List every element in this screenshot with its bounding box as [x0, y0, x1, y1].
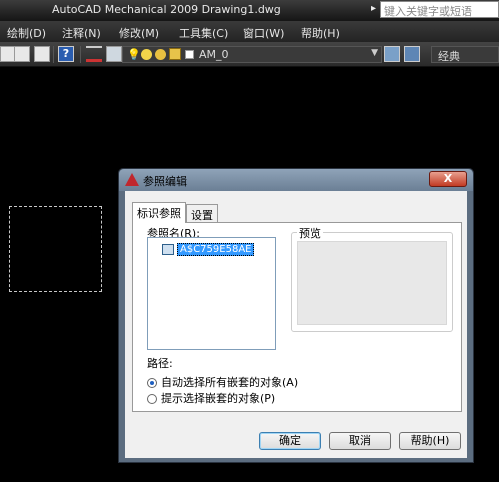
save-icon[interactable]	[14, 46, 30, 62]
chevron-down-icon: ▼	[371, 48, 378, 58]
autocad-icon	[125, 173, 139, 186]
preview-label: 预览	[297, 225, 323, 241]
radio-unselected-icon	[147, 394, 157, 404]
refedit-dialog: 参照编辑 X 标识参照 设置 参照名(R): A$C759E58AE 预览 路径…	[118, 168, 474, 463]
toolbar-separator	[80, 46, 81, 63]
calculator-icon[interactable]	[34, 46, 50, 62]
radio-auto-select[interactable]: 自动选择所有嵌套的对象(A)	[147, 374, 298, 390]
make-current-icon[interactable]	[384, 46, 400, 62]
toolbar-separator	[53, 46, 54, 63]
menu-annotate[interactable]: 注释(N)	[62, 25, 101, 41]
search-arrow-icon[interactable]: ▸	[371, 3, 376, 14]
radio-selected-icon	[147, 378, 157, 388]
preview-group: 预览	[291, 225, 453, 332]
color-swatch-icon	[185, 50, 194, 59]
radio-prompt-select[interactable]: 提示选择嵌套的对象(P)	[147, 390, 275, 406]
reference-tree[interactable]: A$C759E58AE	[147, 237, 276, 350]
radio-prompt-select-label: 提示选择嵌套的对象(P)	[161, 392, 276, 405]
block-reference-icon	[162, 243, 174, 255]
layer-previous-icon[interactable]	[404, 46, 420, 62]
toolbar: ? 💡 AM_0 ▼ 经典	[0, 42, 499, 67]
window-title: AutoCAD Mechanical 2009 Drawing1.dwg	[52, 3, 281, 16]
menu-help[interactable]: 帮助(H)	[301, 25, 340, 41]
close-button[interactable]: X	[429, 171, 467, 187]
tab-panel: 参照名(R): A$C759E58AE 预览 路径: 自动选择所有嵌套的对象(A…	[132, 222, 462, 412]
lock-icon	[169, 48, 181, 60]
menu-modify[interactable]: 修改(M)	[119, 25, 159, 41]
dialog-title-bar[interactable]: 参照编辑 X	[119, 169, 473, 191]
path-label: 路径:	[147, 357, 173, 370]
lightbulb-icon: 💡	[127, 48, 141, 61]
workspace-dropdown[interactable]: 经典	[431, 46, 499, 63]
menu-toolsets[interactable]: 工具集(C)	[179, 25, 228, 41]
layer-states-icon[interactable]	[106, 46, 122, 62]
cancel-button[interactable]: 取消	[329, 432, 391, 450]
tab-identify-reference[interactable]: 标识参照	[132, 202, 186, 223]
tab-settings[interactable]: 设置	[186, 204, 218, 222]
workspace-label: 经典	[438, 50, 460, 63]
dialog-body: 标识参照 设置 参照名(R): A$C759E58AE 预览 路径: 自动选择所…	[125, 191, 467, 458]
tree-item[interactable]: A$C759E58AE	[162, 242, 255, 256]
menu-window[interactable]: 窗口(W)	[243, 25, 284, 41]
menu-bar: 绘制(D) 注释(N) 修改(M) 工具集(C) 窗口(W) 帮助(H)	[0, 21, 499, 42]
preview-pane	[297, 241, 447, 325]
menu-draw[interactable]: 绘制(D)	[7, 25, 46, 41]
sun-icon	[141, 49, 152, 60]
layer-dropdown[interactable]: 💡 AM_0 ▼	[122, 46, 382, 63]
help-button[interactable]: 帮助(H)	[399, 432, 461, 450]
layer-manager-icon[interactable]	[86, 46, 102, 62]
ok-button[interactable]: 确定	[259, 432, 321, 450]
dialog-title: 参照编辑	[143, 175, 187, 188]
help-icon[interactable]: ?	[58, 46, 74, 62]
freeze-icon	[155, 49, 166, 60]
layer-name: AM_0	[199, 48, 229, 61]
search-input[interactable]: 键入关键字或短语	[380, 1, 499, 18]
selection-rectangle	[9, 206, 102, 292]
title-bar: AutoCAD Mechanical 2009 Drawing1.dwg ▸ 键…	[0, 0, 499, 21]
radio-auto-select-label: 自动选择所有嵌套的对象(A)	[161, 376, 299, 389]
tree-item-label: A$C759E58AE	[177, 243, 255, 256]
